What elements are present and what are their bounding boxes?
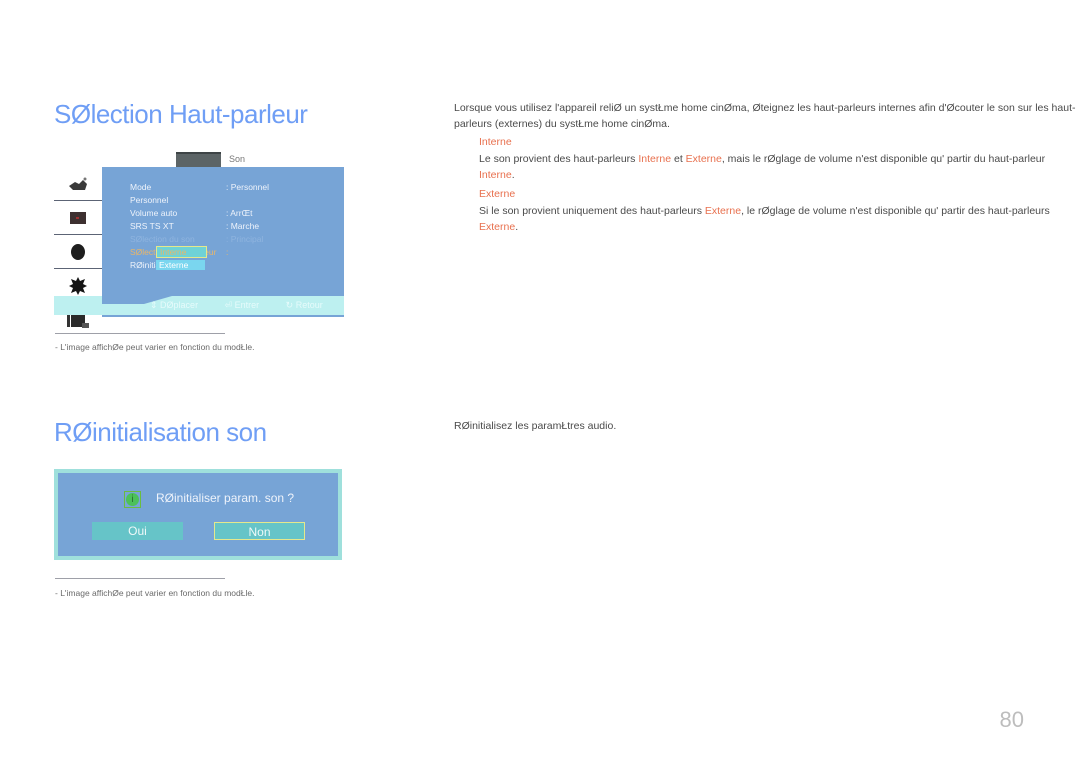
- desc-text: et: [671, 153, 686, 165]
- option-desc-interne: Le son provient des haut-parleurs Intern…: [479, 151, 1079, 183]
- move-hint: ⇕ DØplacer: [150, 300, 199, 310]
- option-term-externe: Externe: [479, 188, 516, 200]
- desc-highlight: Interne: [479, 169, 512, 181]
- section-title-speaker-select: SØlection Haut-parleur: [54, 99, 308, 129]
- info-icon: i: [124, 491, 141, 508]
- return-hint: ↻ Retour: [285, 300, 323, 310]
- enter-hint-label: Entrer: [234, 300, 260, 310]
- desc-text: .: [515, 221, 519, 233]
- option-externe: Externe: [156, 260, 205, 270]
- speaker-intro-paragraph: Lorsque vous utilisez l'appareil reliØ u…: [454, 102, 1076, 130]
- option-desc-externe: Si le son provient uniquement des haut-p…: [479, 203, 1079, 235]
- screen-icon: [54, 201, 102, 235]
- image-caption: - L'image affichØe peut varier en foncti…: [55, 342, 255, 352]
- menu-row-mode: Mode : Personnel: [130, 182, 330, 195]
- enter-hint: ⏎ Entrer: [224, 300, 260, 310]
- menu-row-value: : Marche: [226, 221, 260, 231]
- menu-row-srs: SRS TS XT : Marche: [130, 221, 330, 234]
- image-caption: - L'image affichØe peut varier en foncti…: [55, 588, 255, 598]
- menu-row-label: Volume auto: [130, 208, 178, 218]
- menu-row-value: : ArrŒt: [226, 208, 253, 218]
- return-hint-label: Retour: [295, 300, 323, 310]
- move-hint-label: DØplacer: [160, 300, 199, 310]
- desc-highlight: Externe: [704, 205, 742, 217]
- page-number: 80: [999, 707, 1024, 732]
- dialog-question: RØinitialiser param. son ?: [156, 491, 295, 505]
- menu-row-label: SRS TS XT: [130, 221, 174, 231]
- picture-icon: [54, 167, 102, 201]
- option-interne: Interne: [156, 246, 207, 258]
- menu-row-label: SØlection du son: [130, 234, 195, 244]
- menu-row-label: Personnel: [130, 195, 169, 205]
- desc-text: Le son provient des haut-parleurs: [479, 153, 639, 165]
- yes-button: Oui: [92, 522, 183, 540]
- menu-row-value: : Principal: [226, 234, 264, 244]
- osd-footer-hints: ⇕ DØplacer ⏎ Entrer ↻ Retour: [150, 300, 347, 311]
- reset-sound-dialog-screenshot: i RØinitialiser param. son ? Oui Non: [54, 469, 342, 560]
- menu-row-value: :: [226, 247, 229, 257]
- caption-divider: [55, 333, 225, 334]
- desc-text: , le rØglage de volume n'est disponible …: [741, 205, 1050, 217]
- sound-reset-description: RØinitialisez les paramŁtres audio.: [454, 420, 617, 432]
- no-button: Non: [214, 522, 305, 540]
- menu-row-personnel: Personnel: [130, 195, 330, 208]
- desc-text: .: [511, 169, 515, 181]
- menu-row-label: Mode: [130, 182, 152, 192]
- sound-icon: [54, 235, 102, 269]
- osd-sound-menu-screenshot: Son Mode : Personnel Personnel Volume aut…: [54, 150, 347, 328]
- menu-row-value: : Personnel: [226, 182, 269, 192]
- section-title-sound-reset: RØinitialisation son: [54, 417, 267, 447]
- caption-divider: [55, 578, 225, 579]
- menu-row-volume-auto: Volume auto : ArrŒt: [130, 208, 330, 221]
- desc-text: Si le son provient uniquement des haut-p…: [479, 205, 705, 217]
- desc-highlight: Externe: [685, 153, 722, 165]
- menu-tab-label: Son: [229, 154, 246, 164]
- desc-highlight: Externe: [479, 221, 516, 233]
- desc-highlight: Interne: [638, 153, 672, 165]
- option-term-interne: Interne: [479, 136, 512, 148]
- desc-text: , mais le rØglage de volume n'est dispon…: [721, 153, 1046, 165]
